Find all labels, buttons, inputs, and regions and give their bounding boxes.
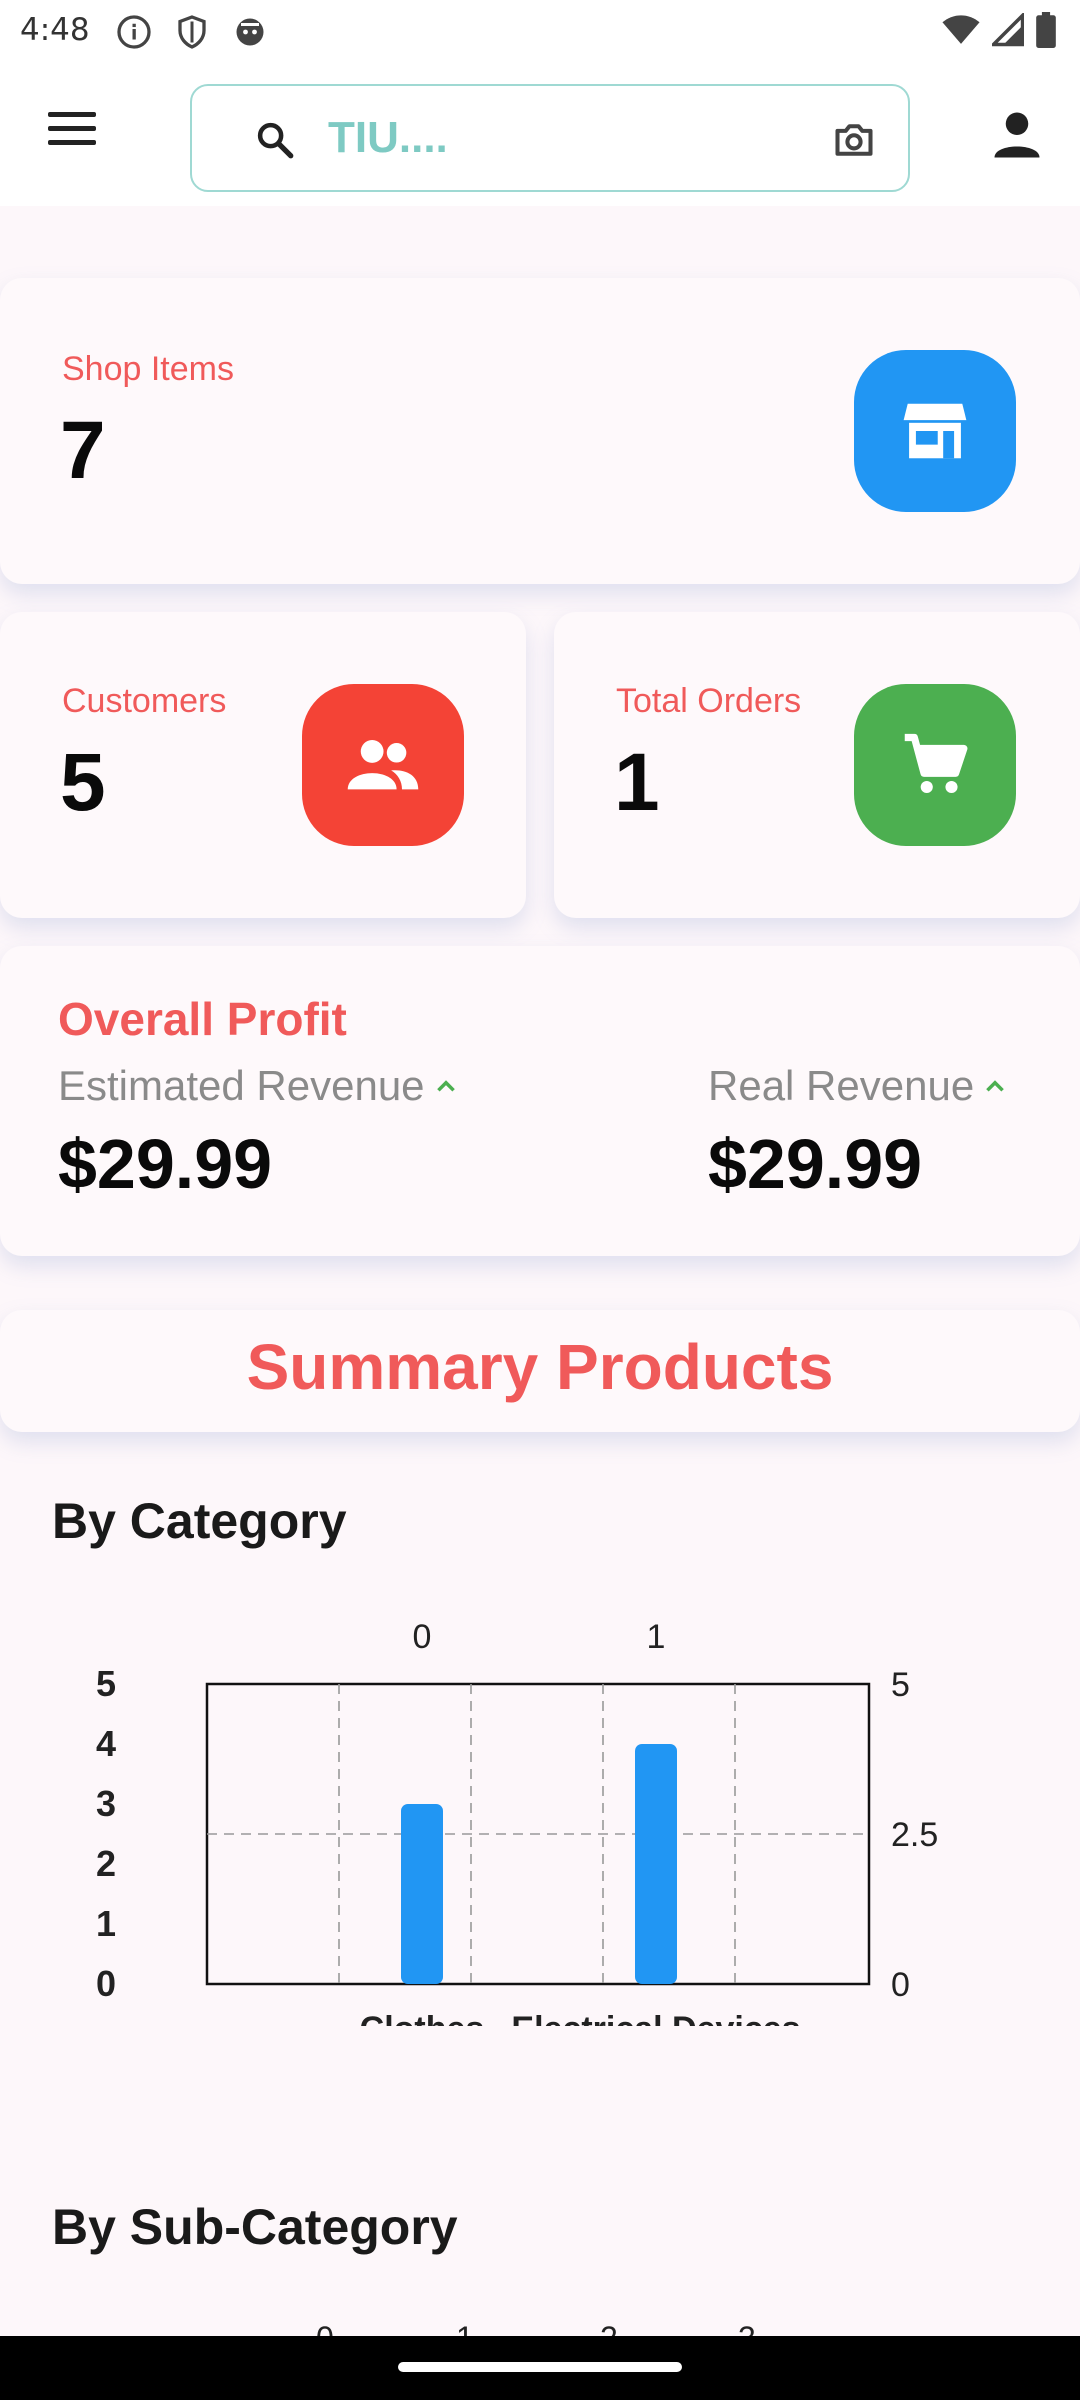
sub-tick-0: 0 <box>316 2320 334 2336</box>
y-tick-left: 3 <box>96 1783 116 1824</box>
status-icons-right <box>942 12 1056 48</box>
chevron-up-icon <box>986 1080 1004 1092</box>
customers-value: 5 <box>60 737 106 828</box>
category-chart: 0 1 2 3 4 5 0 2.5 5 0 1 Clothes Electrical Devices <box>0 1600 1080 2060</box>
category-chart-svg: 0 1 2 3 4 5 0 2.5 5 0 1 Clothes Electrical Devices <box>96 1618 938 2048</box>
y-tick-left: 0 <box>96 1963 116 2004</box>
real-revenue-label: Real Revenue <box>708 1062 975 1109</box>
status-time: 4:48 <box>20 12 90 48</box>
info-icon <box>117 15 151 49</box>
search-box[interactable] <box>190 84 910 192</box>
shop-items-label: Shop Items <box>62 350 234 388</box>
camera-icon[interactable] <box>832 118 876 162</box>
battery-icon <box>1036 12 1056 48</box>
y-tick-right: 2.5 <box>891 1816 938 1854</box>
customers-card[interactable]: Customers 5 <box>0 612 526 918</box>
y-tick-left: 5 <box>96 1663 116 1704</box>
status-icons-left <box>116 14 268 50</box>
app-bar <box>0 64 1080 206</box>
x-category-label: Clothes <box>360 2010 485 2048</box>
y-tick-right: 5 <box>891 1666 910 1704</box>
summary-products-title: Summary Products <box>246 1331 834 1403</box>
shield-icon <box>178 15 206 49</box>
android-icon <box>236 18 264 46</box>
sub-tick-1: 1 <box>456 2320 474 2336</box>
real-revenue-label-row: Real Revenue <box>708 1062 1008 1110</box>
system-nav-bar <box>0 2336 1080 2400</box>
chart-bar-0 <box>401 1804 443 1984</box>
shop-items-card[interactable]: Shop Items 7 <box>0 278 1080 584</box>
customers-label: Customers <box>62 682 227 720</box>
overall-profit-title: Overall Profit <box>58 993 347 1045</box>
total-orders-value: 1 <box>614 737 660 828</box>
group-icon <box>302 684 464 846</box>
hamburger-menu-icon[interactable] <box>44 112 104 158</box>
by-sub-category-heading: By Sub-Category <box>52 2199 458 2255</box>
cart-icon <box>854 684 1016 846</box>
store-icon <box>854 350 1016 512</box>
sub-category-chart-ticks: 0 1 2 3 <box>300 2320 780 2336</box>
total-orders-label: Total Orders <box>616 682 802 720</box>
estimated-revenue-label: Estimated Revenue <box>58 1062 425 1109</box>
sub-tick-3: 3 <box>738 2320 756 2336</box>
estimated-revenue-label-row: Estimated Revenue <box>58 1062 459 1110</box>
shop-items-value: 7 <box>60 405 106 496</box>
chart-bar-1 <box>635 1744 677 1984</box>
estimated-revenue-value: $29.99 <box>58 1125 273 1203</box>
overall-profit-card: Overall Profit Estimated Revenue $29.99 … <box>0 946 1080 1256</box>
x-tick-top: 0 <box>413 1618 432 1656</box>
chevron-up-icon <box>436 1080 455 1092</box>
search-icon <box>257 122 294 159</box>
y-tick-right: 0 <box>891 1966 910 2004</box>
person-icon[interactable] <box>990 108 1044 162</box>
y-tick-left: 1 <box>96 1903 116 1944</box>
x-category-label: Electrical Devices <box>511 2010 800 2048</box>
signal-icon <box>992 13 1024 47</box>
search-input[interactable] <box>328 108 758 168</box>
real-revenue-value: $29.99 <box>708 1125 923 1203</box>
total-orders-card[interactable]: Total Orders 1 <box>554 612 1080 918</box>
by-category-heading: By Category <box>52 1493 347 1549</box>
home-gesture-handle[interactable] <box>398 2362 682 2372</box>
summary-products-card: Summary Products <box>0 1310 1080 1432</box>
wifi-icon <box>942 15 980 44</box>
x-tick-top: 1 <box>647 1618 666 1656</box>
sub-tick-2: 2 <box>600 2320 618 2336</box>
y-tick-left: 4 <box>96 1723 116 1764</box>
y-tick-left: 2 <box>96 1843 116 1884</box>
status-bar: 4:48 <box>0 0 1080 64</box>
